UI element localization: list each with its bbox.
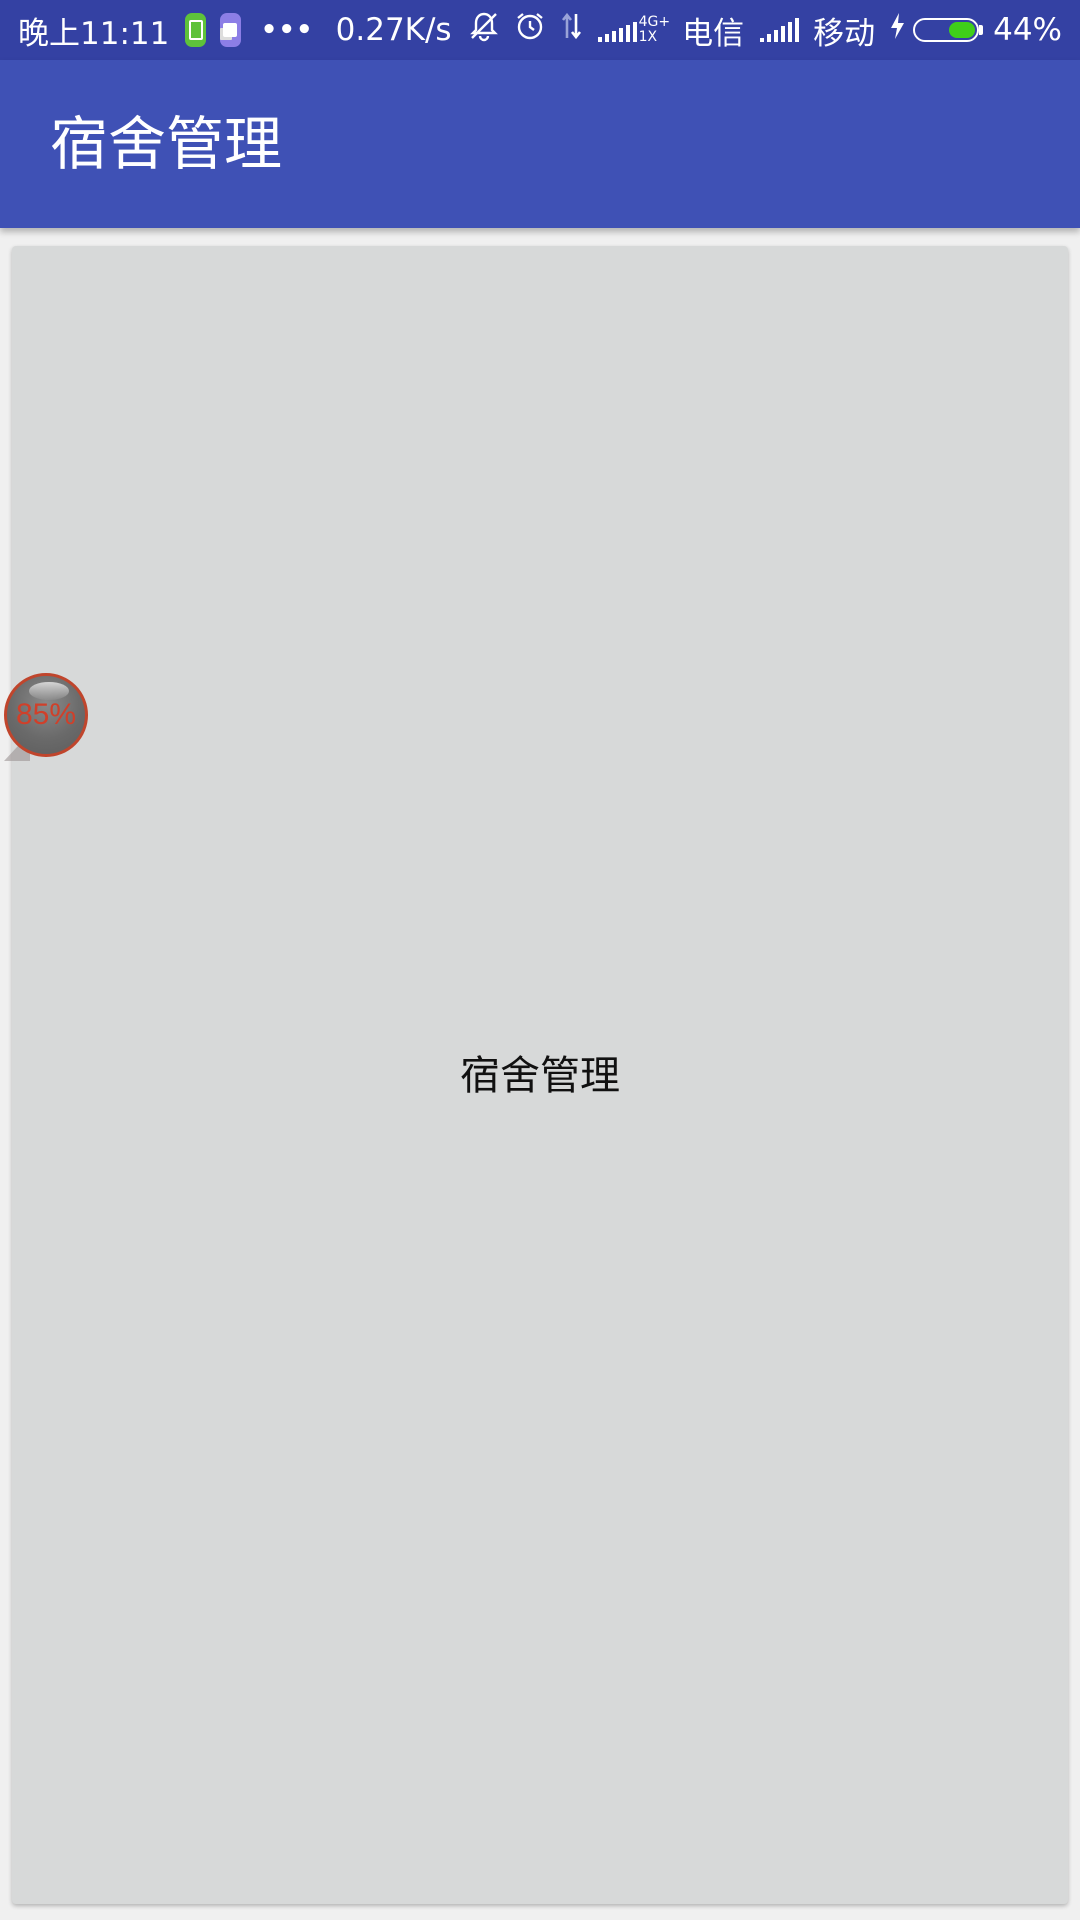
network-type-top: 4G+ <box>638 14 671 30</box>
battery-icon <box>913 18 984 42</box>
status-bar: 晚上11:11 ••• 0.27K/s 4G+ 1X 电信 移动 44% <box>0 0 1080 60</box>
floating-memory-ball[interactable]: 85% <box>4 673 88 757</box>
network-speed: 0.27K/s <box>335 12 452 48</box>
bell-off-icon <box>468 10 500 50</box>
alarm-icon <box>514 10 546 50</box>
floating-ball-percent: 85% <box>15 698 77 731</box>
content-text: 宿舍管理 <box>460 1053 620 1099</box>
signal-strength-2-icon <box>760 18 800 42</box>
battery-fill <box>949 22 976 38</box>
battery-app-icon <box>185 13 207 47</box>
data-transfer-icon <box>560 10 584 50</box>
battery-percent: 44% <box>993 12 1062 48</box>
more-notifications-icon: ••• <box>260 15 314 45</box>
carrier-1: 电信 <box>682 15 745 52</box>
network-type-bottom: 1X <box>638 29 658 45</box>
status-time: 晚上11:11 <box>18 15 170 52</box>
lightning-icon <box>889 12 905 48</box>
signal-strength-1-icon <box>597 18 637 42</box>
app-toolbar: 宿舍管理 <box>0 60 1080 228</box>
notification-app-icon <box>220 13 241 47</box>
network-type: 4G+ 1X <box>639 15 671 45</box>
carrier-2: 移动 <box>813 15 876 52</box>
toolbar-title: 宿舍管理 <box>50 110 283 178</box>
content-card[interactable]: 宿舍管理 <box>12 246 1068 1904</box>
